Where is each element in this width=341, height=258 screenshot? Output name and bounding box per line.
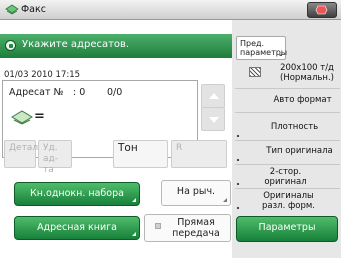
mixed-originals-label: Оригиналы разл. форм. bbox=[262, 191, 315, 211]
resolution-button[interactable]: 200x100 т/д (Нормальн.) bbox=[235, 60, 340, 88]
duplex-label: 2-стор. оригинал bbox=[264, 167, 307, 187]
delete-destination-button[interactable]: Уд. ад-та bbox=[38, 140, 72, 175]
original-type-label: Тип оригинала bbox=[266, 146, 333, 156]
auto-format-button[interactable]: Авто формат bbox=[235, 88, 340, 110]
auto-format-label: Авто формат bbox=[273, 95, 332, 105]
one-touch-label: Кн.однокн. набора bbox=[30, 188, 124, 199]
datetime: 01/03 2010 17:15 bbox=[4, 70, 81, 80]
density-button[interactable]: Плотность bbox=[235, 112, 340, 140]
details-button[interactable]: Детали bbox=[4, 140, 44, 168]
presets-button[interactable]: Пред. параметры bbox=[236, 36, 287, 60]
recipient-equals: = bbox=[34, 109, 45, 124]
status-monitor-icon[interactable] bbox=[307, 2, 337, 18]
info-icon bbox=[5, 40, 16, 51]
on-hook-button[interactable]: На рыч. bbox=[161, 180, 231, 206]
density-label: Плотность bbox=[270, 122, 319, 132]
submenu-corner-icon bbox=[132, 198, 136, 202]
submenu-corner-icon bbox=[223, 198, 227, 202]
indicator-dot bbox=[237, 183, 239, 185]
submenu-corner-icon bbox=[279, 53, 282, 56]
fax-icon bbox=[5, 4, 19, 15]
resolution-icon bbox=[249, 67, 261, 77]
address-book-label: Адресная книга bbox=[37, 222, 117, 233]
recipient-label: Адресат № bbox=[9, 87, 64, 98]
mixed-originals-button[interactable]: Оригиналы разл. форм. bbox=[235, 188, 340, 212]
app-title: Факс bbox=[21, 4, 46, 15]
title-bar: Факс bbox=[0, 0, 341, 20]
address-book-button[interactable]: Адресная книга bbox=[14, 216, 140, 240]
original-type-button[interactable]: Тип оригинала bbox=[235, 140, 340, 164]
direct-send-button[interactable]: Прямая передача bbox=[144, 214, 231, 242]
duplex-button[interactable]: 2-стор. оригинал bbox=[235, 164, 340, 188]
tone-button[interactable]: Тон bbox=[113, 140, 168, 168]
fax-recipient-icon bbox=[11, 110, 33, 125]
recipient-total: 0/0 bbox=[107, 87, 123, 98]
resolution-label: 200x100 т/д (Нормальн.) bbox=[280, 63, 334, 83]
redial-button[interactable]: R bbox=[171, 140, 227, 168]
on-hook-label: На рыч. bbox=[176, 186, 216, 197]
indicator-dot bbox=[237, 159, 239, 161]
parameters-button[interactable]: Параметры bbox=[236, 216, 338, 242]
indicator-dot bbox=[237, 135, 239, 137]
scroll-down-button[interactable] bbox=[201, 107, 225, 131]
checkbox-icon bbox=[155, 223, 161, 229]
submenu-corner-icon bbox=[132, 232, 136, 236]
parameters-label: Параметры bbox=[258, 222, 316, 233]
status-message: Укажите адресатов. bbox=[22, 39, 130, 50]
one-touch-button[interactable]: Кн.однокн. набора bbox=[14, 182, 140, 206]
status-bar: Укажите адресатов. bbox=[0, 34, 232, 58]
indicator-dot bbox=[237, 207, 239, 209]
direct-send-label: Прямая передача bbox=[172, 217, 220, 239]
recipient-count: : 0 bbox=[73, 87, 86, 98]
scroll-up-button[interactable] bbox=[201, 84, 225, 108]
